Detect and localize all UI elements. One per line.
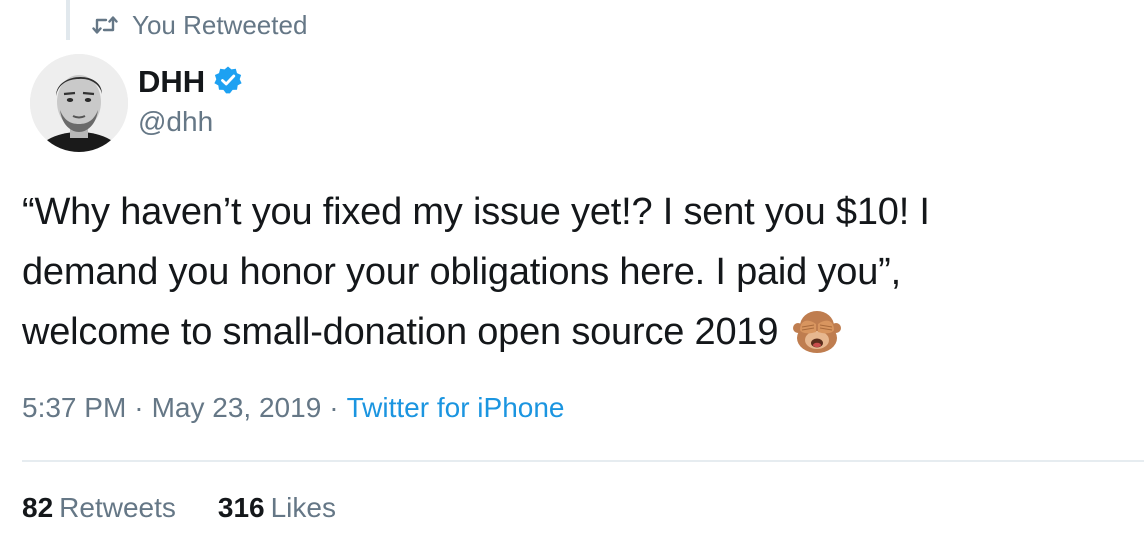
retweets-label: Retweets: [59, 492, 176, 523]
tweet-text-line: “Why haven’t you fixed my issue yet!? I …: [22, 191, 930, 233]
see-no-evil-monkey-icon: [792, 308, 842, 372]
tweet-text-line: welcome to small-donation open source 20…: [22, 311, 779, 353]
tweet-date[interactable]: May 23, 2019: [152, 392, 322, 423]
retweet-icon: [92, 15, 118, 35]
tweet-text-line: demand you honor your obligations here. …: [22, 251, 901, 293]
tweet-source-link[interactable]: Twitter for iPhone: [347, 392, 565, 423]
user-info[interactable]: DHH @dhh: [138, 62, 243, 138]
meta-separator: ·: [134, 392, 144, 423]
divider: [22, 460, 1144, 462]
retweets-count: 82: [22, 492, 54, 523]
tweet-text: “Why haven’t you fixed my issue yet!? I …: [22, 182, 1122, 372]
meta-separator: ·: [329, 392, 339, 423]
name-row: DHH: [138, 62, 243, 102]
thread-connector-line: [66, 0, 70, 40]
retweet-context-label: You Retweeted: [132, 9, 308, 40]
tweet-stats: 82 Retweets 316 Likes: [22, 492, 336, 524]
user-handle[interactable]: @dhh: [138, 106, 243, 138]
tweet-meta: 5:37 PM · May 23, 2019 · Twitter for iPhone: [22, 392, 564, 424]
verified-badge-icon: [213, 65, 243, 100]
likes-stat[interactable]: 316 Likes: [218, 492, 336, 524]
tweet-text-line-with-emoji: welcome to small-donation open source 20…: [22, 302, 1122, 372]
avatar[interactable]: [30, 54, 128, 152]
display-name[interactable]: DHH: [138, 64, 205, 100]
tweet-time[interactable]: 5:37 PM: [22, 392, 126, 423]
retweet-context: You Retweeted: [92, 10, 307, 40]
likes-count: 316: [217, 492, 265, 523]
retweets-stat[interactable]: 82 Retweets: [22, 492, 176, 524]
likes-label: Likes: [270, 492, 336, 523]
profile-photo: [30, 54, 128, 152]
